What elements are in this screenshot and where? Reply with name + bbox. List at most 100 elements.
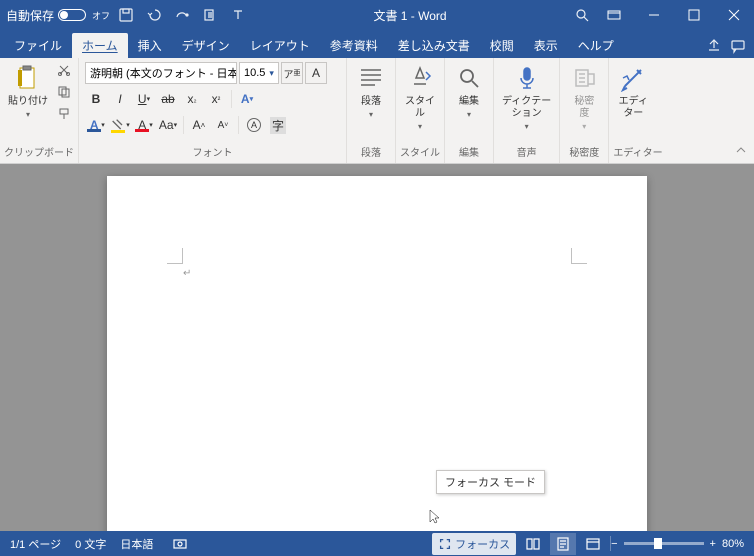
tab-layout[interactable]: レイアウト [240,33,320,58]
group-editor: エディ ター エディター [609,58,666,163]
change-case-button[interactable]: Aa▾ [157,114,179,136]
paragraph-label: 段落 [361,96,381,108]
tab-review[interactable]: 校閲 [480,33,524,58]
close-button[interactable] [714,0,754,30]
autosave-state: オフ [92,9,110,22]
qat-customize-button[interactable] [226,3,250,27]
group-font: 游明朝 (本文のフォント - 日本▾ 10.5▾ ア亜 A B I U▾ ab … [79,58,347,163]
collapse-ribbon-button[interactable] [734,143,750,159]
clipboard-group-label: クリップボード [4,142,74,163]
read-mode-button[interactable] [520,533,546,555]
tab-insert[interactable]: 挿入 [128,33,172,58]
underline-button[interactable]: U▾ [133,88,155,110]
subscript-button[interactable]: x₂ [181,88,203,110]
phonetic-guide-button[interactable]: ア亜 [281,62,303,84]
tab-help[interactable]: ヘルプ [568,33,624,58]
web-layout-button[interactable] [580,533,606,555]
paste-icon [12,62,44,94]
bold-button[interactable]: B [85,88,107,110]
paragraph-button[interactable]: 段落 ▾ [351,60,391,121]
char-border-button[interactable]: A [305,62,327,84]
find-icon [453,62,485,94]
tab-references[interactable]: 参考資料 [320,33,388,58]
styles-button[interactable]: スタイ ル ▾ [400,60,440,133]
comments-button[interactable] [726,34,750,58]
page[interactable]: ↵ [107,176,647,531]
save-button[interactable] [114,3,138,27]
font-size-value: 10.5 [244,67,265,79]
qat-more-button[interactable] [198,3,222,27]
zoom-thumb[interactable] [654,538,662,549]
page-count[interactable]: 1/1 ページ [10,536,61,552]
tab-view[interactable]: 表示 [524,33,568,58]
cut-button[interactable] [54,60,74,80]
focus-label: フォーカス [455,536,510,552]
ribbon-display-button[interactable] [594,0,634,30]
format-painter-button[interactable] [54,104,74,124]
font-color2-button[interactable]: A▾ [133,114,155,136]
ribbon-tabs: ファイル ホーム 挿入 デザイン レイアウト 参考資料 差し込み文書 校閲 表示… [0,30,754,58]
autosave-label: 自動保存 [6,7,54,24]
separator [231,90,232,108]
microphone-icon [511,62,543,94]
tab-file[interactable]: ファイル [4,33,72,58]
title-bar: 自動保存 オフ 文書 1 - Word [0,0,754,30]
chevron-down-icon: ▾ [467,110,471,119]
toggle-switch-icon [58,9,86,21]
font-name-combo[interactable]: 游明朝 (本文のフォント - 日本▾ [85,62,237,84]
print-layout-button[interactable] [550,533,576,555]
chevron-down-icon: ▾ [369,110,373,119]
tab-home[interactable]: ホーム [72,33,128,58]
editing-button[interactable]: 編集 ▾ [449,60,489,121]
group-styles: スタイ ル ▾ スタイル [396,58,445,163]
minimize-button[interactable] [634,0,674,30]
share-button[interactable] [702,34,726,58]
tab-mailings[interactable]: 差し込み文書 [388,33,480,58]
italic-button[interactable]: I [109,88,131,110]
tooltip: フォーカス モード [436,470,545,494]
group-confidentiality: 秘密 度 ▾ 秘密度 [560,58,609,163]
enclose-char-button[interactable]: A [243,114,265,136]
accessibility-button[interactable] [167,533,193,555]
ribbon: 貼り付け ▾ クリップボード 游明朝 (本文のフォント - 日本▾ 10.5▾ [0,58,754,164]
word-count[interactable]: 0 文字 [75,536,106,552]
zoom-slider[interactable] [624,542,704,545]
group-paragraph: 段落 ▾ 段落 [347,58,396,163]
undo-button[interactable] [142,3,166,27]
margin-mark-top-left [167,248,183,264]
editor-group-label: エディター [613,142,662,163]
font-group-label: フォント [83,142,342,163]
focus-mode-button[interactable]: フォーカス [432,533,516,555]
superscript-button[interactable]: x² [205,88,227,110]
autosave-toggle[interactable]: 自動保存 オフ [6,7,110,24]
strikethrough-button[interactable]: ab [157,88,179,110]
redo-button[interactable] [170,3,194,27]
font-size-combo[interactable]: 10.5▾ [239,62,279,84]
editor-icon [617,62,649,94]
document-area[interactable]: ↵ [0,164,754,531]
copy-button[interactable] [54,82,74,102]
search-button[interactable] [570,3,594,27]
highlight-button[interactable]: ▾ [109,114,131,136]
paragraph-icon [355,62,387,94]
tab-design[interactable]: デザイン [172,33,240,58]
tooltip-text: フォーカス モード [445,477,536,489]
zoom-out-button[interactable]: − [611,538,617,550]
text-effects-button[interactable]: A▾ [236,88,258,110]
paragraph-group-label: 段落 [351,142,391,163]
paste-button[interactable]: 貼り付け ▾ [4,60,52,121]
zoom-in-button[interactable]: + [710,538,716,550]
editor-button[interactable]: エディ ター [613,60,653,122]
zoom-level[interactable]: 80% [722,538,744,550]
dictation-label: ディクテー ション [502,96,551,120]
dictation-button[interactable]: ディクテー ション ▾ [498,60,555,133]
confidentiality-group-label: 秘密度 [564,142,604,163]
maximize-button[interactable] [674,0,714,30]
shrink-font-button[interactable]: A˅ [212,114,234,136]
char-shading-button[interactable]: 字 [267,114,289,136]
window-title: 文書 1 - Word [250,7,570,24]
font-color-button[interactable]: A▾ [85,114,107,136]
confidentiality-button[interactable]: 秘密 度 ▾ [564,60,604,133]
language-indicator[interactable]: 日本語 [120,536,153,552]
grow-font-button[interactable]: A˄ [188,114,210,136]
